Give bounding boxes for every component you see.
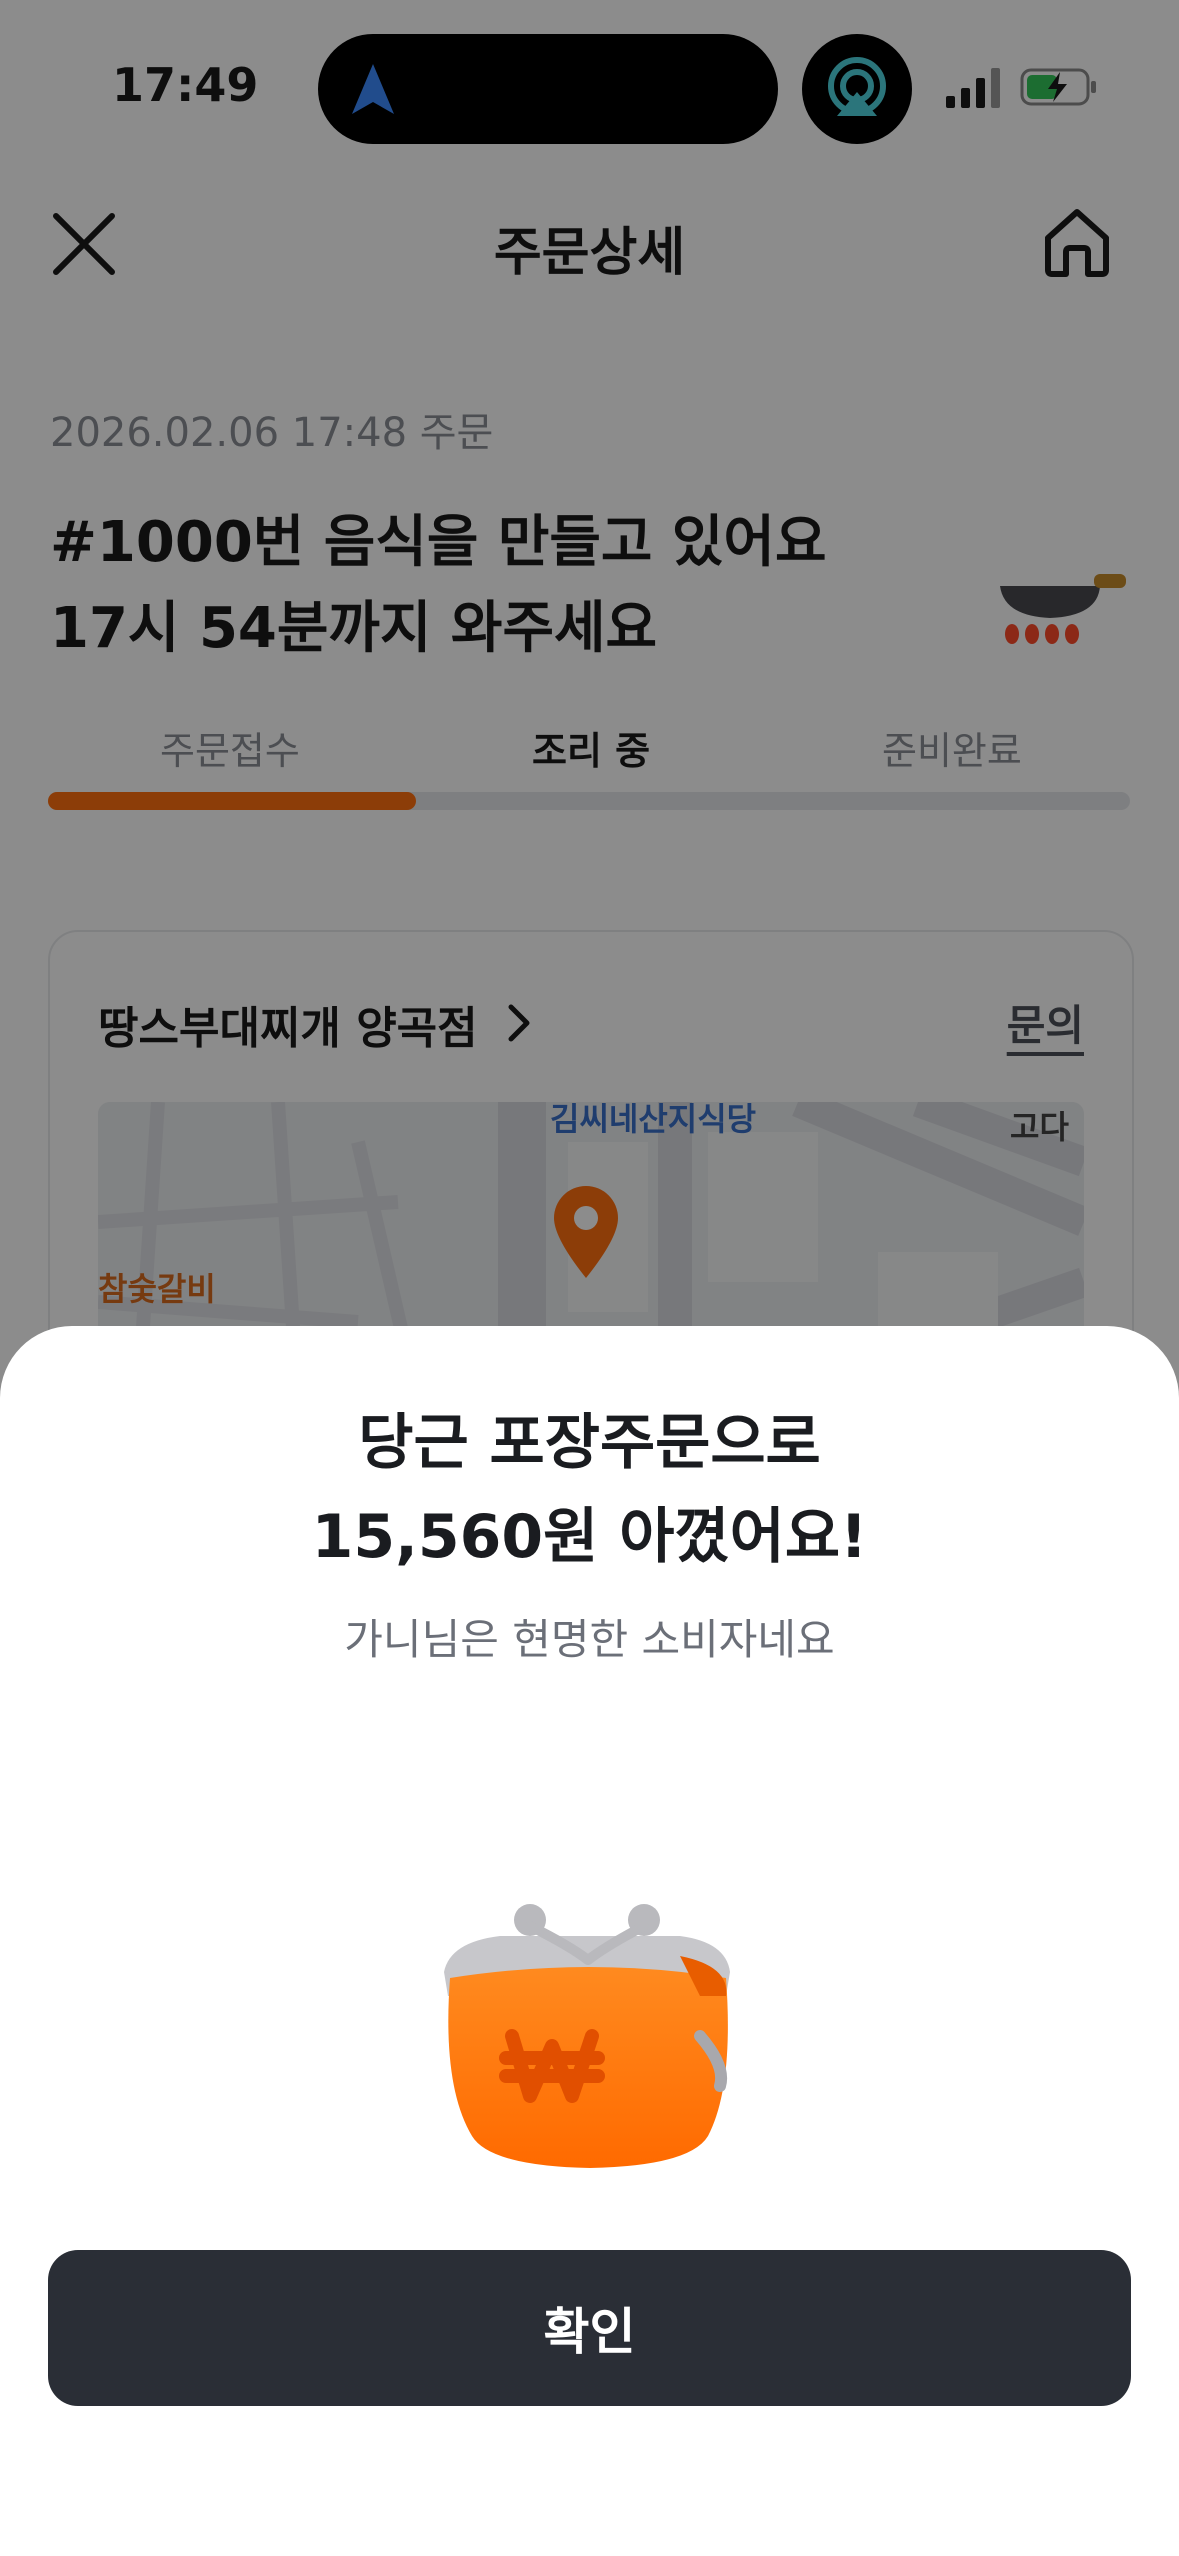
sheet-title: 당근 포장주문으로 15,560원 아꼈어요! (0, 1396, 1179, 1584)
savings-bottom-sheet: 당근 포장주문으로 15,560원 아꼈어요! 가니님은 현명한 소비자네요 확… (0, 1326, 1179, 2556)
wallet-icon (444, 1904, 730, 2168)
sheet-subtitle: 가니님은 현명한 소비자네요 (344, 1615, 835, 1664)
order-detail-screen: 17:49 주문상세 2026.02.06 17:48 주문 #1000번 음식… (0, 0, 1179, 2556)
sheet-title-line-2: 15,560원 아꼈어요! (311, 1502, 868, 1572)
confirm-button[interactable]: 확인 (48, 2250, 1131, 2406)
sheet-title-line-1: 당근 포장주문으로 (358, 1408, 821, 1478)
